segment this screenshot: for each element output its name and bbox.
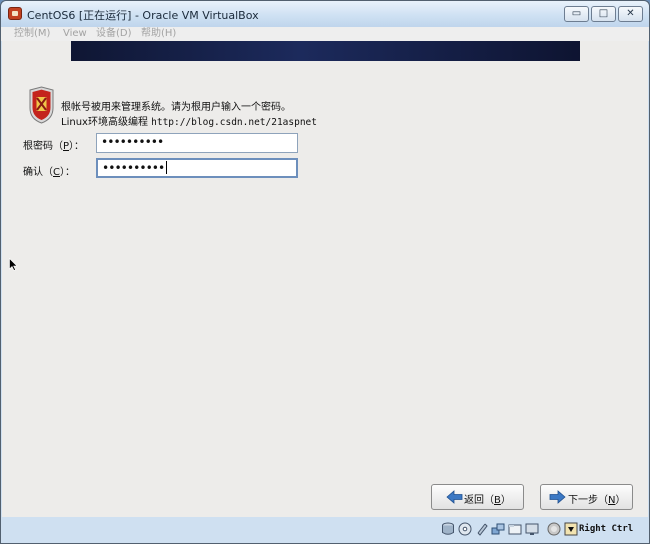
back-button-label: 返回（B） xyxy=(464,495,511,506)
status-bar: Right Ctrl xyxy=(1,517,649,543)
virtualbox-window: CentOS6 [正在运行] - Oracle VM VirtualBox ▭ … xyxy=(0,0,650,544)
next-button-label: 下一步（N） xyxy=(568,495,626,506)
host-key-label: Right Ctrl xyxy=(579,524,634,534)
confirm-password-mnemonic: C xyxy=(53,167,60,178)
window-title: CentOS6 [正在运行] - Oracle VM VirtualBox xyxy=(27,9,259,22)
close-button[interactable]: ✕ xyxy=(618,6,643,22)
root-password-input[interactable]: •••••••••• xyxy=(96,133,298,153)
menu-view[interactable]: View xyxy=(63,27,87,40)
blog-watermark-url: http://blog.csdn.net/21aspnet xyxy=(151,117,317,128)
optical-drive-icon[interactable] xyxy=(458,522,472,536)
network-icon[interactable] xyxy=(491,522,505,536)
title-bar[interactable]: CentOS6 [正在运行] - Oracle VM VirtualBox ▭ … xyxy=(1,1,649,27)
blog-watermark: Linux环境高级编程 http://blog.csdn.net/21aspne… xyxy=(61,113,317,128)
menu-devices[interactable]: 设备(D) xyxy=(96,27,132,40)
root-password-info: 根帐号被用来管理系统。请为根用户输入一个密码。 xyxy=(61,102,291,113)
root-password-label: 根密码（P）： xyxy=(23,141,85,152)
confirm-password-input[interactable]: •••••••••• xyxy=(96,158,298,178)
capture-arrow-icon[interactable] xyxy=(564,522,578,536)
menu-machine[interactable]: 控制(M) xyxy=(14,27,50,40)
mouse-integration-icon[interactable] xyxy=(547,522,561,536)
installer-banner xyxy=(71,41,580,61)
hard-disk-icon[interactable] xyxy=(441,522,455,536)
maximize-button[interactable]: □ xyxy=(591,6,616,22)
blog-watermark-text: Linux环境高级编程 xyxy=(61,117,152,128)
shared-folders-icon[interactable] xyxy=(508,522,522,536)
menu-bar: 控制(M) View 设备(D) 帮助(H) xyxy=(1,27,649,41)
mouse-pointer-icon xyxy=(9,258,18,271)
confirm-password-label: 确认（C）： xyxy=(23,167,75,178)
arrow-right-icon xyxy=(549,490,566,504)
back-button[interactable]: 返回（B） xyxy=(431,484,524,510)
root-shield-icon xyxy=(29,86,54,124)
menu-help[interactable]: 帮助(H) xyxy=(141,27,176,40)
usb-icon[interactable] xyxy=(475,522,489,536)
text-caret xyxy=(166,161,168,174)
confirm-password-value: •••••••••• xyxy=(102,161,165,175)
next-button[interactable]: 下一步（N） xyxy=(540,484,633,510)
virtualbox-app-icon xyxy=(8,7,22,20)
minimize-button[interactable]: ▭ xyxy=(564,6,589,22)
guest-display[interactable]: 根帐号被用来管理系统。请为根用户输入一个密码。 Linux环境高级编程 http… xyxy=(2,41,648,517)
arrow-left-icon xyxy=(446,490,463,504)
display-icon[interactable] xyxy=(525,522,539,536)
root-password-value: •••••••••• xyxy=(101,135,164,149)
